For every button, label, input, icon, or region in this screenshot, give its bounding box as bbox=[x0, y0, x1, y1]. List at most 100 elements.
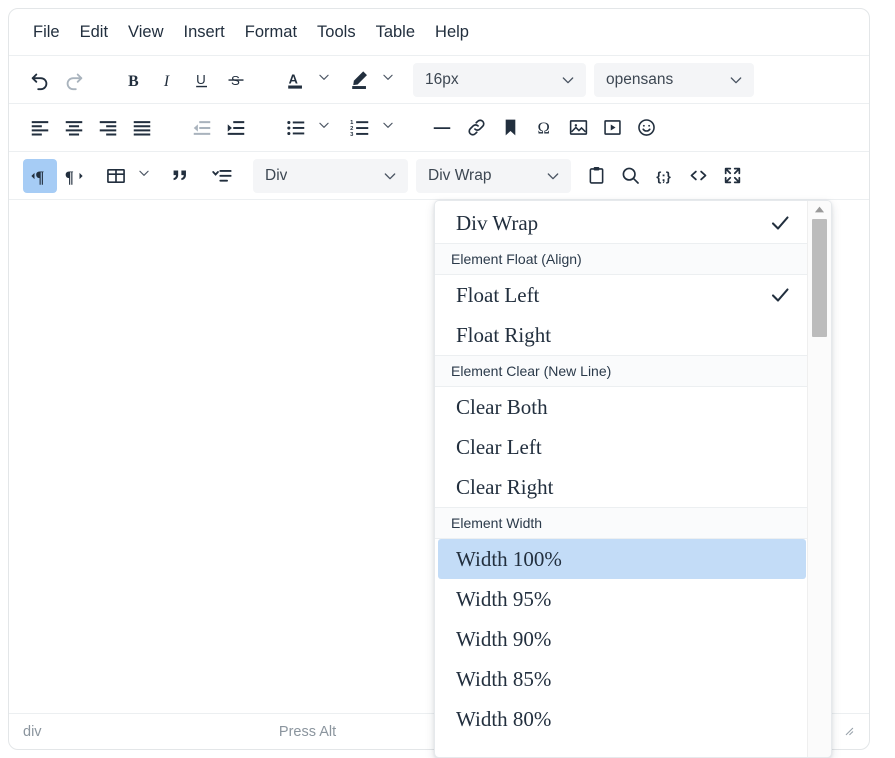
chevron-down-icon bbox=[382, 168, 398, 184]
element-path[interactable]: div bbox=[23, 724, 42, 740]
highlighter-pen-icon bbox=[349, 69, 371, 91]
menu-tools[interactable]: Tools bbox=[307, 19, 366, 46]
outdent-button[interactable] bbox=[185, 111, 219, 145]
menu-item-div-wrap[interactable]: Div Wrap bbox=[438, 203, 806, 243]
menu-scrollbar[interactable] bbox=[807, 201, 831, 757]
menu-item-float-right[interactable]: Float Right bbox=[438, 315, 806, 355]
redo-icon bbox=[63, 69, 85, 91]
highlight-color-dropdown[interactable] bbox=[377, 63, 399, 97]
search-button[interactable] bbox=[613, 159, 647, 193]
svg-text:{;}: {;} bbox=[656, 169, 671, 184]
menu-item-width-90[interactable]: Width 90% bbox=[438, 619, 806, 659]
toolbar-row-3: ¶ ¶ bbox=[9, 151, 869, 199]
menu-group-label: Element Clear (New Line) bbox=[451, 363, 611, 379]
menu-item-clear-right[interactable]: Clear Right bbox=[438, 467, 806, 507]
div-wrap-value: Div Wrap bbox=[428, 167, 491, 185]
chevron-down-icon bbox=[560, 72, 576, 88]
text-color-button[interactable]: A bbox=[279, 63, 313, 97]
chevron-down-icon bbox=[381, 70, 395, 89]
align-left-button[interactable] bbox=[23, 111, 57, 145]
blockquote-button[interactable] bbox=[163, 159, 197, 193]
menu-view[interactable]: View bbox=[118, 19, 173, 46]
strikethrough-button[interactable]: S bbox=[219, 63, 253, 97]
numbered-list-dropdown[interactable] bbox=[377, 111, 399, 145]
horizontal-rule-button[interactable] bbox=[425, 111, 459, 145]
italic-button[interactable]: I bbox=[151, 63, 185, 97]
highlight-color-button[interactable] bbox=[343, 63, 377, 97]
menu-item-width-80[interactable]: Width 80% bbox=[438, 699, 806, 739]
redo-button[interactable] bbox=[57, 63, 91, 97]
indent-button[interactable] bbox=[219, 111, 253, 145]
menu-item-clear-both[interactable]: Clear Both bbox=[438, 387, 806, 427]
special-character-button[interactable]: Ω bbox=[527, 111, 561, 145]
block-format-select[interactable]: Div bbox=[253, 159, 408, 193]
resize-handle-icon[interactable] bbox=[841, 723, 855, 741]
link-icon bbox=[466, 117, 487, 138]
block-format-value: Div bbox=[265, 167, 287, 185]
bold-button[interactable]: B bbox=[117, 63, 151, 97]
menu-group-element-width: Element Width bbox=[435, 507, 809, 539]
bookmark-button[interactable] bbox=[493, 111, 527, 145]
table-button[interactable] bbox=[99, 159, 133, 193]
align-right-button[interactable] bbox=[91, 111, 125, 145]
menu-item-width-95[interactable]: Width 95% bbox=[438, 579, 806, 619]
menu-item-label: Width 95% bbox=[456, 587, 792, 612]
text-color-icon: A bbox=[285, 69, 307, 91]
font-family-select[interactable]: opensans bbox=[594, 63, 754, 97]
angle-brackets-icon bbox=[688, 165, 709, 186]
menu-edit[interactable]: Edit bbox=[70, 19, 118, 46]
rtl-button[interactable]: ¶ bbox=[57, 159, 91, 193]
menu-item-label: Div Wrap bbox=[456, 211, 768, 236]
div-wrap-menu: Div Wrap Element Float (Align) Float Lef… bbox=[434, 200, 832, 758]
app-root: File Edit View Insert Format Tools Table… bbox=[0, 0, 895, 758]
underline-button[interactable]: U bbox=[185, 63, 219, 97]
chevron-down-icon bbox=[381, 118, 395, 137]
numbered-list-icon: 1 2 3 bbox=[349, 117, 371, 139]
ltr-button[interactable]: ¶ bbox=[23, 159, 57, 193]
menu-item-width-100[interactable]: Width 100% bbox=[438, 539, 806, 579]
menu-file[interactable]: File bbox=[23, 19, 70, 46]
font-size-value: 16px bbox=[425, 71, 459, 89]
search-icon bbox=[620, 165, 641, 186]
numbered-list-button[interactable]: 1 2 3 bbox=[343, 111, 377, 145]
bullet-list-dropdown[interactable] bbox=[313, 111, 335, 145]
font-family-value: opensans bbox=[606, 71, 673, 89]
table-dropdown[interactable] bbox=[133, 159, 155, 193]
align-justify-button[interactable] bbox=[125, 111, 159, 145]
font-size-select[interactable]: 16px bbox=[413, 63, 586, 97]
svg-text:U: U bbox=[196, 72, 206, 87]
paste-button[interactable] bbox=[579, 159, 613, 193]
menu-format[interactable]: Format bbox=[235, 19, 307, 46]
clipboard-icon bbox=[586, 165, 607, 186]
text-color-dropdown[interactable] bbox=[313, 63, 335, 97]
svg-text:A: A bbox=[289, 71, 298, 86]
div-wrap-menu-list: Div Wrap Element Float (Align) Float Lef… bbox=[435, 201, 809, 739]
bullet-list-button[interactable] bbox=[279, 111, 313, 145]
menu-table[interactable]: Table bbox=[366, 19, 425, 46]
strikethrough-icon: S bbox=[226, 70, 246, 90]
menu-item-width-85[interactable]: Width 85% bbox=[438, 659, 806, 699]
menu-help[interactable]: Help bbox=[425, 19, 479, 46]
svg-text:B: B bbox=[128, 72, 139, 89]
menu-item-label: Width 100% bbox=[456, 547, 792, 572]
undo-button[interactable] bbox=[23, 63, 57, 97]
menu-insert[interactable]: Insert bbox=[174, 19, 235, 46]
insert-media-button[interactable] bbox=[595, 111, 629, 145]
align-center-button[interactable] bbox=[57, 111, 91, 145]
source-code-button[interactable] bbox=[681, 159, 715, 193]
check-icon bbox=[768, 211, 792, 235]
insert-link-button[interactable] bbox=[459, 111, 493, 145]
menu-item-float-left[interactable]: Float Left bbox=[438, 275, 806, 315]
scroll-up-arrow-icon[interactable] bbox=[808, 201, 831, 218]
text-direction-rtl-icon: ¶ bbox=[63, 165, 85, 187]
code-format-button[interactable]: {;} bbox=[647, 159, 681, 193]
insert-image-button[interactable] bbox=[561, 111, 595, 145]
div-wrap-select[interactable]: Div Wrap bbox=[416, 159, 571, 193]
emoji-icon bbox=[636, 117, 657, 138]
menu-item-clear-left[interactable]: Clear Left bbox=[438, 427, 806, 467]
line-height-button[interactable] bbox=[205, 159, 239, 193]
scrollbar-thumb[interactable] bbox=[812, 219, 827, 337]
quote-icon bbox=[169, 165, 191, 187]
emoticons-button[interactable] bbox=[629, 111, 663, 145]
fullscreen-button[interactable] bbox=[715, 159, 749, 193]
